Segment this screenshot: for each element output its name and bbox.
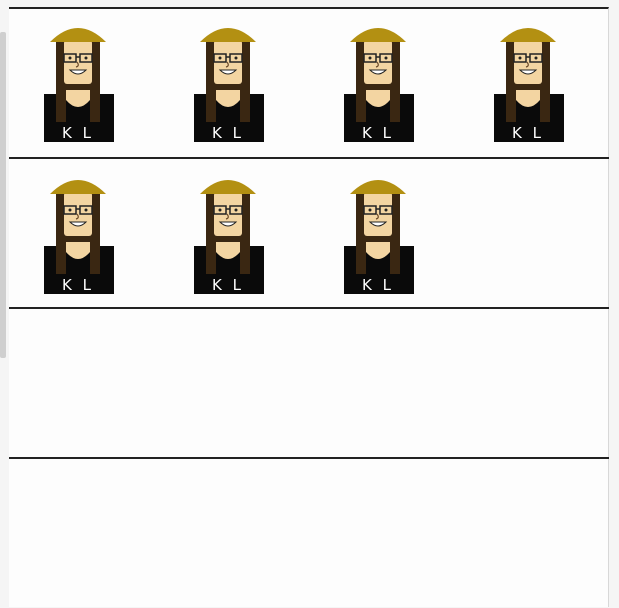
avatar-initials: K L — [512, 124, 544, 142]
avatar-initials: K L — [62, 124, 94, 142]
avatar-initials: K L — [362, 276, 394, 294]
avatar-initials: K L — [212, 124, 244, 142]
grid-row: K L K L — [9, 9, 609, 159]
avatar-sprite[interactable]: K L — [42, 172, 114, 296]
grid-row: K L K L — [9, 157, 609, 309]
grid-row — [9, 307, 609, 459]
avatar-initials: K L — [212, 276, 244, 294]
avatar-sprite[interactable]: K L — [492, 20, 564, 144]
avatar-sprite[interactable]: K L — [42, 20, 114, 144]
avatar-sprite[interactable]: K L — [342, 20, 414, 144]
avatar-initials: K L — [62, 276, 94, 294]
avatar-initials: K L — [362, 124, 394, 142]
avatar-sprite[interactable]: K L — [192, 20, 264, 144]
avatar-sprite[interactable]: K L — [192, 172, 264, 296]
avatar-grid: K L K L K L K L K L K L K L — [9, 7, 609, 607]
avatar-sprite[interactable]: K L — [342, 172, 414, 296]
grid-row — [9, 457, 609, 608]
viewport: K L K L K L K L K L K L K L — [0, 0, 619, 608]
scrollbar[interactable] — [0, 32, 6, 358]
